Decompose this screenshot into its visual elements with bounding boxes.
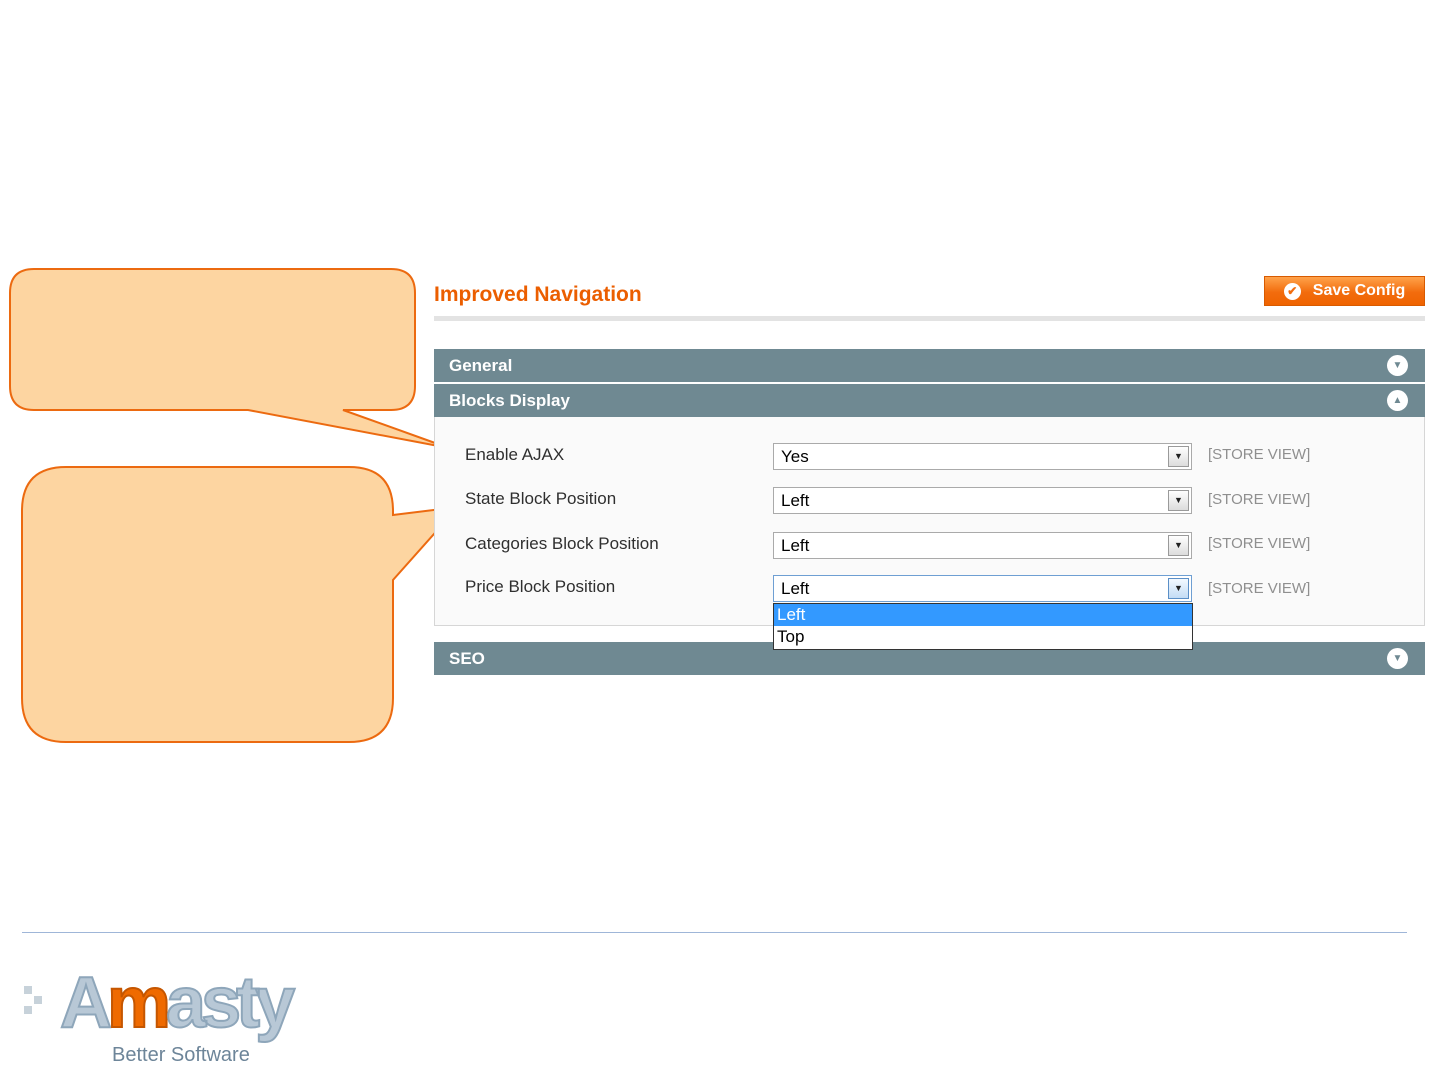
price-block-position-value: Left [781, 579, 810, 598]
scope-label: [STORE VIEW] [1208, 491, 1311, 508]
logo-wordmark: Amasty [59, 962, 296, 1044]
callout-bubble-bottom [21, 466, 461, 743]
section-seo-label: SEO [449, 648, 485, 668]
state-block-position-select[interactable]: Left ▼ [773, 487, 1192, 514]
logo-tagline: Better Software [112, 1044, 250, 1066]
amasty-logo: Amasty Better Software [24, 962, 324, 1071]
enable-ajax-select[interactable]: Yes ▼ [773, 443, 1192, 470]
caret-down-icon: ▼ [1168, 490, 1189, 511]
field-label-state-block-position: State Block Position [465, 489, 617, 508]
section-general-label: General [449, 355, 513, 375]
scope-label: [STORE VIEW] [1208, 535, 1311, 552]
caret-down-icon: ▼ [1168, 535, 1189, 556]
logo-letters-rest: asty [165, 962, 296, 1044]
logo-letter-a: A [59, 962, 113, 1044]
title-divider [434, 316, 1425, 321]
chevron-down-circle-icon: ▼ [1387, 355, 1408, 376]
price-block-position-dropdown: Left Top [773, 603, 1193, 650]
categories-block-position-select[interactable]: Left ▼ [773, 532, 1192, 559]
state-block-position-value: Left [781, 491, 810, 510]
caret-down-icon: ▼ [1168, 578, 1189, 599]
save-config-button[interactable]: ✔ Save Config [1264, 276, 1425, 306]
price-block-position-select[interactable]: Left ▼ [773, 575, 1192, 602]
callout-bubble-top [9, 268, 450, 449]
caret-down-icon: ▼ [1168, 446, 1189, 467]
scope-label: [STORE VIEW] [1208, 580, 1311, 597]
footer-divider [22, 932, 1407, 933]
dropdown-option-left[interactable]: Left [774, 604, 1192, 626]
categories-block-position-value: Left [781, 536, 810, 555]
chevron-up-circle-icon: ▲ [1387, 390, 1408, 411]
page-title: Improved Navigation [434, 283, 642, 306]
logo-mark-icon [24, 986, 42, 1018]
section-blocks-display-label: Blocks Display [449, 390, 570, 410]
field-label-price-block-position: Price Block Position [465, 577, 616, 596]
check-circle-icon: ✔ [1283, 282, 1301, 300]
scope-label: [STORE VIEW] [1208, 446, 1311, 463]
section-blocks-display-header[interactable]: Blocks Display ▲ [434, 384, 1425, 417]
dropdown-option-top[interactable]: Top [774, 626, 1192, 648]
enable-ajax-value: Yes [781, 447, 809, 466]
field-label-enable-ajax: Enable AJAX [465, 445, 565, 464]
chevron-down-circle-icon: ▼ [1387, 648, 1408, 669]
section-general-header[interactable]: General ▼ [434, 349, 1425, 382]
field-label-categories-block-position: Categories Block Position [465, 534, 659, 553]
logo-letter-m: m [106, 962, 172, 1044]
save-config-label: Save Config [1312, 282, 1406, 299]
